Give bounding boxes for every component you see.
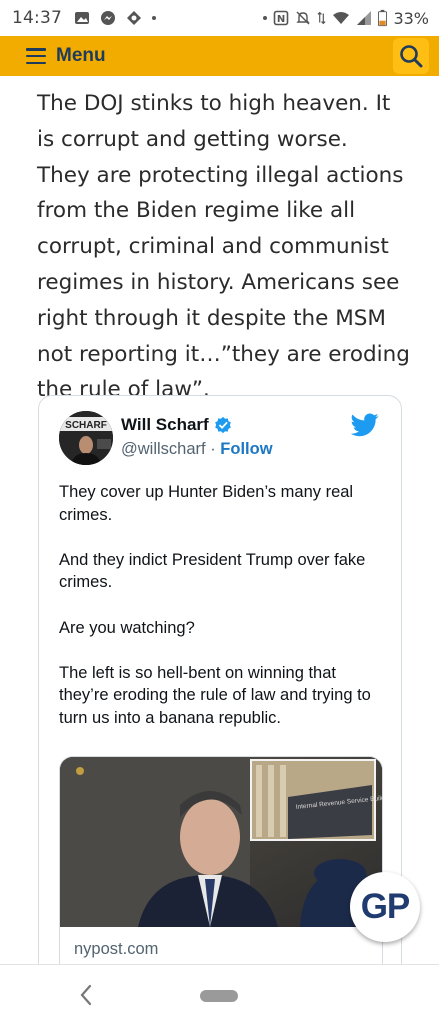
article-line: regimes in history. Americans see xyxy=(37,269,400,295)
messenger-icon xyxy=(101,11,115,25)
author-name-text[interactable]: Will Scharf xyxy=(121,415,209,435)
avatar[interactable]: SCHARF xyxy=(59,411,113,465)
tweet-author-name[interactable]: Will Scharf xyxy=(121,415,232,435)
article-paragraph: The DOJ stinks to high heaven. It is cor… xyxy=(37,86,417,408)
tweet-paragraph: The left is so hell-bent on winning that… xyxy=(59,663,371,727)
search-button[interactable] xyxy=(393,38,429,74)
menu-label[interactable]: Menu xyxy=(56,45,106,67)
link-domain[interactable]: nypost.com xyxy=(74,940,158,959)
article-line: They are protecting illegal actions xyxy=(37,162,404,188)
tweet-handle[interactable]: @willscharf xyxy=(121,440,206,458)
signal-icon xyxy=(357,11,372,25)
image-icon xyxy=(75,12,89,24)
status-time: 14:37 xyxy=(12,8,62,28)
tweet-paragraph: And they indict President Trump over fak… xyxy=(59,550,366,592)
avatar-image: SCHARF xyxy=(59,411,113,465)
embedded-tweet[interactable]: SCHARF Will Scharf @willscharf · Follow … xyxy=(38,395,402,1024)
home-pill[interactable] xyxy=(200,990,238,1002)
gp-logo-button[interactable]: GP xyxy=(350,872,420,942)
mute-icon xyxy=(296,11,311,25)
battery-icon xyxy=(378,9,388,27)
avatar-sign-text: SCHARF xyxy=(65,420,107,431)
status-left-icons xyxy=(74,10,156,26)
handle-separator: · xyxy=(210,440,216,458)
notification-dot xyxy=(152,16,156,20)
tweet-paragraph: They cover up Hunter Biden’s many real c… xyxy=(59,483,354,524)
data-arrows-icon xyxy=(317,11,326,25)
svg-text:N: N xyxy=(277,14,285,25)
tweet-paragraph: Are you watching? xyxy=(59,618,195,637)
twitter-bird-icon[interactable] xyxy=(351,413,379,437)
nfc-icon: N xyxy=(274,10,289,26)
notification-dot xyxy=(263,16,268,20)
search-icon xyxy=(400,45,423,68)
chevron-left-icon[interactable] xyxy=(76,983,96,1007)
verified-badge-icon xyxy=(214,416,231,434)
wifi-icon xyxy=(333,12,350,24)
tweet-handle-row: @willscharf · Follow xyxy=(121,440,273,459)
battery-percentage: 33% xyxy=(393,8,429,28)
system-nav-bar xyxy=(0,964,439,1024)
status-right: N 33% xyxy=(263,9,429,28)
hamburger-icon[interactable] xyxy=(26,48,46,64)
status-bar: 14:37 N 33% xyxy=(0,0,439,36)
article-line: is corrupt and getting worse. xyxy=(37,126,348,152)
preview-photo: Internal Revenue Service Building xyxy=(60,757,382,927)
tweet-text: They cover up Hunter Biden’s many real c… xyxy=(59,481,379,752)
article-line: not reporting it…”they are eroding xyxy=(37,341,410,367)
article-line: right through it despite the MSM xyxy=(37,305,386,331)
gp-logo-text: GP xyxy=(360,887,411,926)
link-preview-image[interactable]: Internal Revenue Service Building xyxy=(60,757,382,927)
follow-link[interactable]: Follow xyxy=(220,440,272,458)
article-line: from the Biden regime like all xyxy=(37,198,356,224)
article-line: corrupt, criminal and communist xyxy=(37,234,389,260)
article-line: The DOJ stinks to high heaven. It xyxy=(37,91,391,116)
vpn-icon xyxy=(127,11,141,25)
menu-bar: Menu xyxy=(0,36,439,76)
